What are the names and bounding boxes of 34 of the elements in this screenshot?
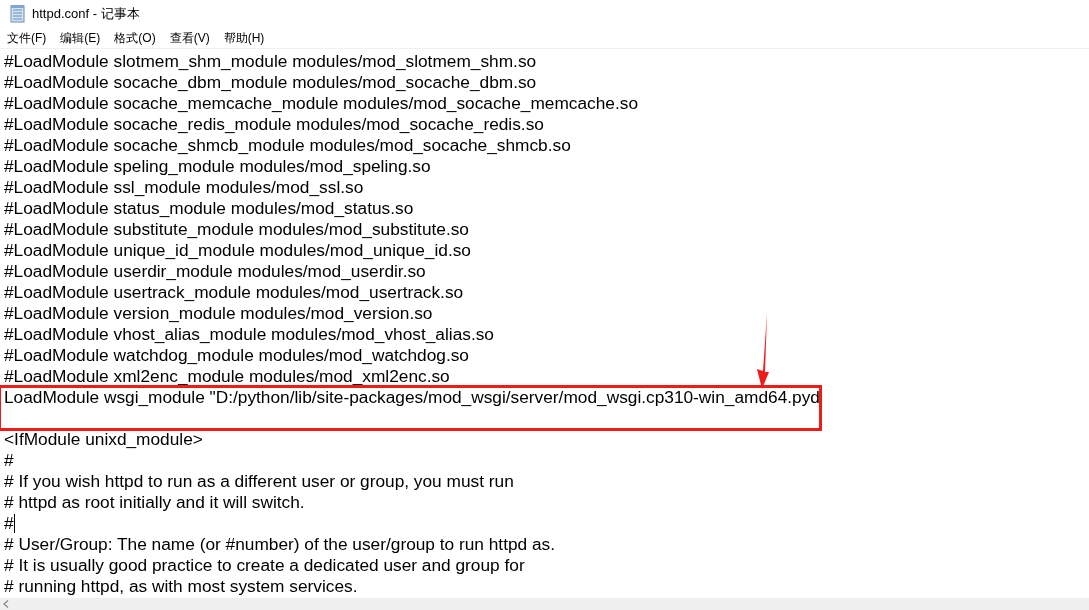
code-line: #LoadModule slotmem_shm_module modules/mod_slotmem_shm.so <box>4 51 537 72</box>
menu-item[interactable]: 帮助(H) <box>223 29 265 47</box>
code-line: #LoadModule substitute_module modules/mod_substitute.so <box>4 219 469 240</box>
code-line: # User/Group: The name (or #number) of the user/group to run httpd as. <box>4 534 556 555</box>
scroll-left-icon[interactable] <box>3 600 9 608</box>
code-line: # running httpd, as with most system services. <box>4 576 358 597</box>
code-line: # If you wish httpd to run as a different user or group, you must run <box>4 471 514 492</box>
code-line: #LoadModule watchdog_module modules/mod_watchdog.so <box>4 345 469 366</box>
code-line: <IfModule unixd_module> <box>4 429 203 450</box>
code-line: #LoadModule status_module modules/mod_status.so <box>4 198 414 219</box>
code-line: #LoadModule speling_module modules/mod_speling.so <box>4 156 431 177</box>
code-line: #LoadModule socache_shmcb_module modules/mod_socache_shmcb.so <box>4 135 571 156</box>
code-line: #LoadModule vhost_alias_module modules/mod_vhost_alias.so <box>4 324 494 345</box>
menu-item[interactable]: 格式(O) <box>114 29 156 47</box>
notepad-icon <box>10 5 26 23</box>
code-line: #LoadModule xml2enc_module modules/mod_xml2enc.so <box>4 366 450 387</box>
menu-item[interactable]: 编辑(E) <box>60 29 101 47</box>
code-line: # <box>4 450 14 471</box>
code-line: #LoadModule userdir_module modules/mod_userdir.so <box>4 261 426 282</box>
code-line: #LoadModule usertrack_module modules/mod_usertrack.so <box>4 282 464 303</box>
code-line: # It is usually good practice to create a dedicated user and group for <box>4 555 525 576</box>
code-line: #LoadModule unique_id_module modules/mod_unique_id.so <box>4 240 471 261</box>
code-line: #LoadModule ssl_module modules/mod_ssl.so <box>4 177 364 198</box>
code-line: LoadModule wsgi_module "D:/python/lib/site-packages/mod_wsgi/server/mod_wsgi.cp310-win_amd64.pyd <box>4 387 820 408</box>
window-title: httpd.conf - 记事本 <box>32 5 140 23</box>
menu-item[interactable]: 文件(F) <box>7 29 47 47</box>
code-line: #LoadModule socache_memcache_module modules/mod_socache_memcache.so <box>4 93 638 114</box>
code-line: #LoadModule socache_redis_module modules/mod_socache_redis.so <box>4 114 544 135</box>
code-line: #LoadModule socache_dbm_module modules/mod_socache_dbm.so <box>4 72 537 93</box>
horizontal-scrollbar[interactable] <box>0 598 1089 610</box>
code-line: # <box>4 513 14 534</box>
code-line: # httpd as root initially and it will switch. <box>4 492 305 513</box>
menu-item[interactable]: 查看(V) <box>169 29 210 47</box>
code-line: #LoadModule version_module modules/mod_version.so <box>4 303 433 324</box>
